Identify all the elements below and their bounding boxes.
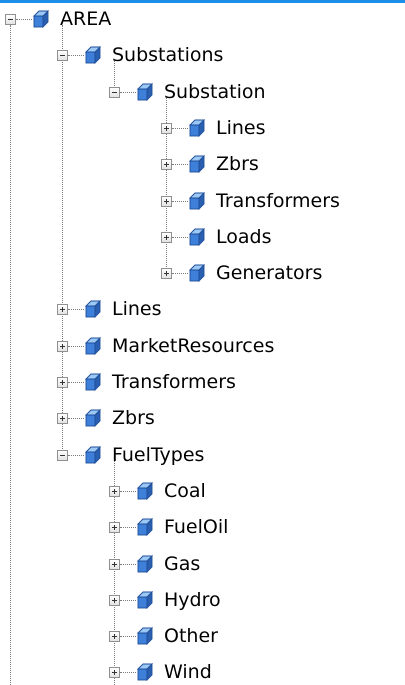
tree-connector-horizontal (120, 563, 136, 565)
tree-node-label-marketresources[interactable]: MarketResources (112, 335, 274, 357)
cube-icon (188, 191, 206, 210)
tree-node-label-substation[interactable]: Substation (164, 81, 266, 103)
expand-loads-toggle[interactable] (161, 231, 172, 243)
cube-icon (136, 518, 154, 537)
expand-coal-toggle[interactable] (109, 485, 120, 497)
expand-other-toggle[interactable] (109, 631, 120, 643)
cube-icon (84, 445, 102, 464)
tree-connector-horizontal (172, 273, 188, 275)
tree-node-label-hydro[interactable]: Hydro (164, 589, 221, 611)
cube-icon (136, 82, 154, 101)
expand-wind-toggle[interactable] (109, 667, 120, 679)
tree-node-label-wind[interactable]: Wind (164, 661, 212, 683)
tree-connector-horizontal (68, 418, 84, 420)
cube-icon (84, 336, 102, 355)
cube-icon (188, 227, 206, 246)
tree-node-label-coal[interactable]: Coal (164, 480, 206, 502)
cube-icon (32, 9, 50, 29)
tree-connector-horizontal (120, 672, 136, 674)
tree-connector-horizontal (68, 309, 84, 311)
cube-icon (84, 409, 102, 428)
cube-icon (136, 627, 154, 646)
cube-icon (188, 155, 206, 174)
cube-icon (136, 590, 154, 609)
tree-connector-horizontal (120, 636, 136, 638)
top-accent-line (0, 0, 405, 3)
expand-zbrs-toggle[interactable] (161, 159, 172, 171)
cube-icon (84, 300, 102, 319)
collapse-area-toggle[interactable] (5, 14, 16, 25)
tree-connector-horizontal (120, 599, 136, 601)
collapse-substation-toggle[interactable] (109, 86, 120, 98)
cube-icon (84, 372, 102, 392)
tree-connector-horizontal (68, 454, 84, 456)
tree-connector-horizontal (16, 19, 32, 20)
tree-node-label-transformers[interactable]: Transformers (216, 190, 340, 212)
tree-view: AREA Substations Substation Lines Zbrs Transf… (0, 0, 405, 685)
expand-transformers-toggle[interactable] (57, 377, 68, 388)
tree-connector-horizontal (120, 527, 136, 529)
tree-node-label-area[interactable]: AREA (60, 8, 111, 30)
tree-connector-horizontal (172, 164, 188, 166)
cube-icon (188, 264, 206, 283)
cube-icon (136, 663, 154, 682)
tree-node-label-generators[interactable]: Generators (216, 262, 322, 284)
tree-node-label-zbrs[interactable]: Zbrs (112, 407, 155, 429)
expand-gas-toggle[interactable] (109, 558, 120, 570)
collapse-fueltypes-toggle[interactable] (57, 449, 68, 461)
tree-node-label-substations[interactable]: Substations (112, 44, 223, 66)
tree-connector-horizontal (172, 236, 188, 238)
tree-connector-horizontal (68, 382, 84, 383)
expand-lines-toggle[interactable] (161, 122, 172, 134)
tree-node-label-gas[interactable]: Gas (164, 553, 200, 575)
cube-icon (84, 46, 102, 65)
tree-node-label-fueltypes[interactable]: FuelTypes (112, 444, 204, 466)
tree-connector-horizontal (68, 345, 84, 347)
tree-node-label-loads[interactable]: Loads (216, 226, 271, 248)
expand-generators-toggle[interactable] (161, 268, 172, 280)
tree-node-label-lines[interactable]: Lines (216, 117, 266, 139)
cube-icon (136, 481, 154, 500)
tree-connector-root (10, 25, 11, 685)
collapse-substations-toggle[interactable] (57, 50, 68, 62)
expand-hydro-toggle[interactable] (109, 594, 120, 606)
tree-connector-vertical (62, 25, 63, 455)
expand-lines-toggle[interactable] (57, 304, 68, 316)
tree-connector-horizontal (172, 200, 188, 202)
cube-icon (136, 554, 154, 573)
tree-node-label-transformers[interactable]: Transformers (112, 371, 236, 393)
tree-connector-horizontal (120, 490, 136, 492)
tree-node-label-lines[interactable]: Lines (112, 298, 162, 320)
tree-node-label-fueloil[interactable]: FuelOil (164, 516, 228, 538)
tree-node-label-other[interactable]: Other (164, 625, 218, 647)
expand-fueloil-toggle[interactable] (109, 522, 120, 534)
expand-zbrs-toggle[interactable] (57, 413, 68, 425)
tree-connector-horizontal (68, 55, 84, 57)
tree-connector-horizontal (172, 127, 188, 129)
tree-node-label-zbrs[interactable]: Zbrs (216, 153, 259, 175)
cube-icon (188, 118, 206, 137)
tree-connector-horizontal (120, 91, 136, 93)
expand-marketresources-toggle[interactable] (57, 340, 68, 352)
expand-transformers-toggle[interactable] (161, 195, 172, 207)
